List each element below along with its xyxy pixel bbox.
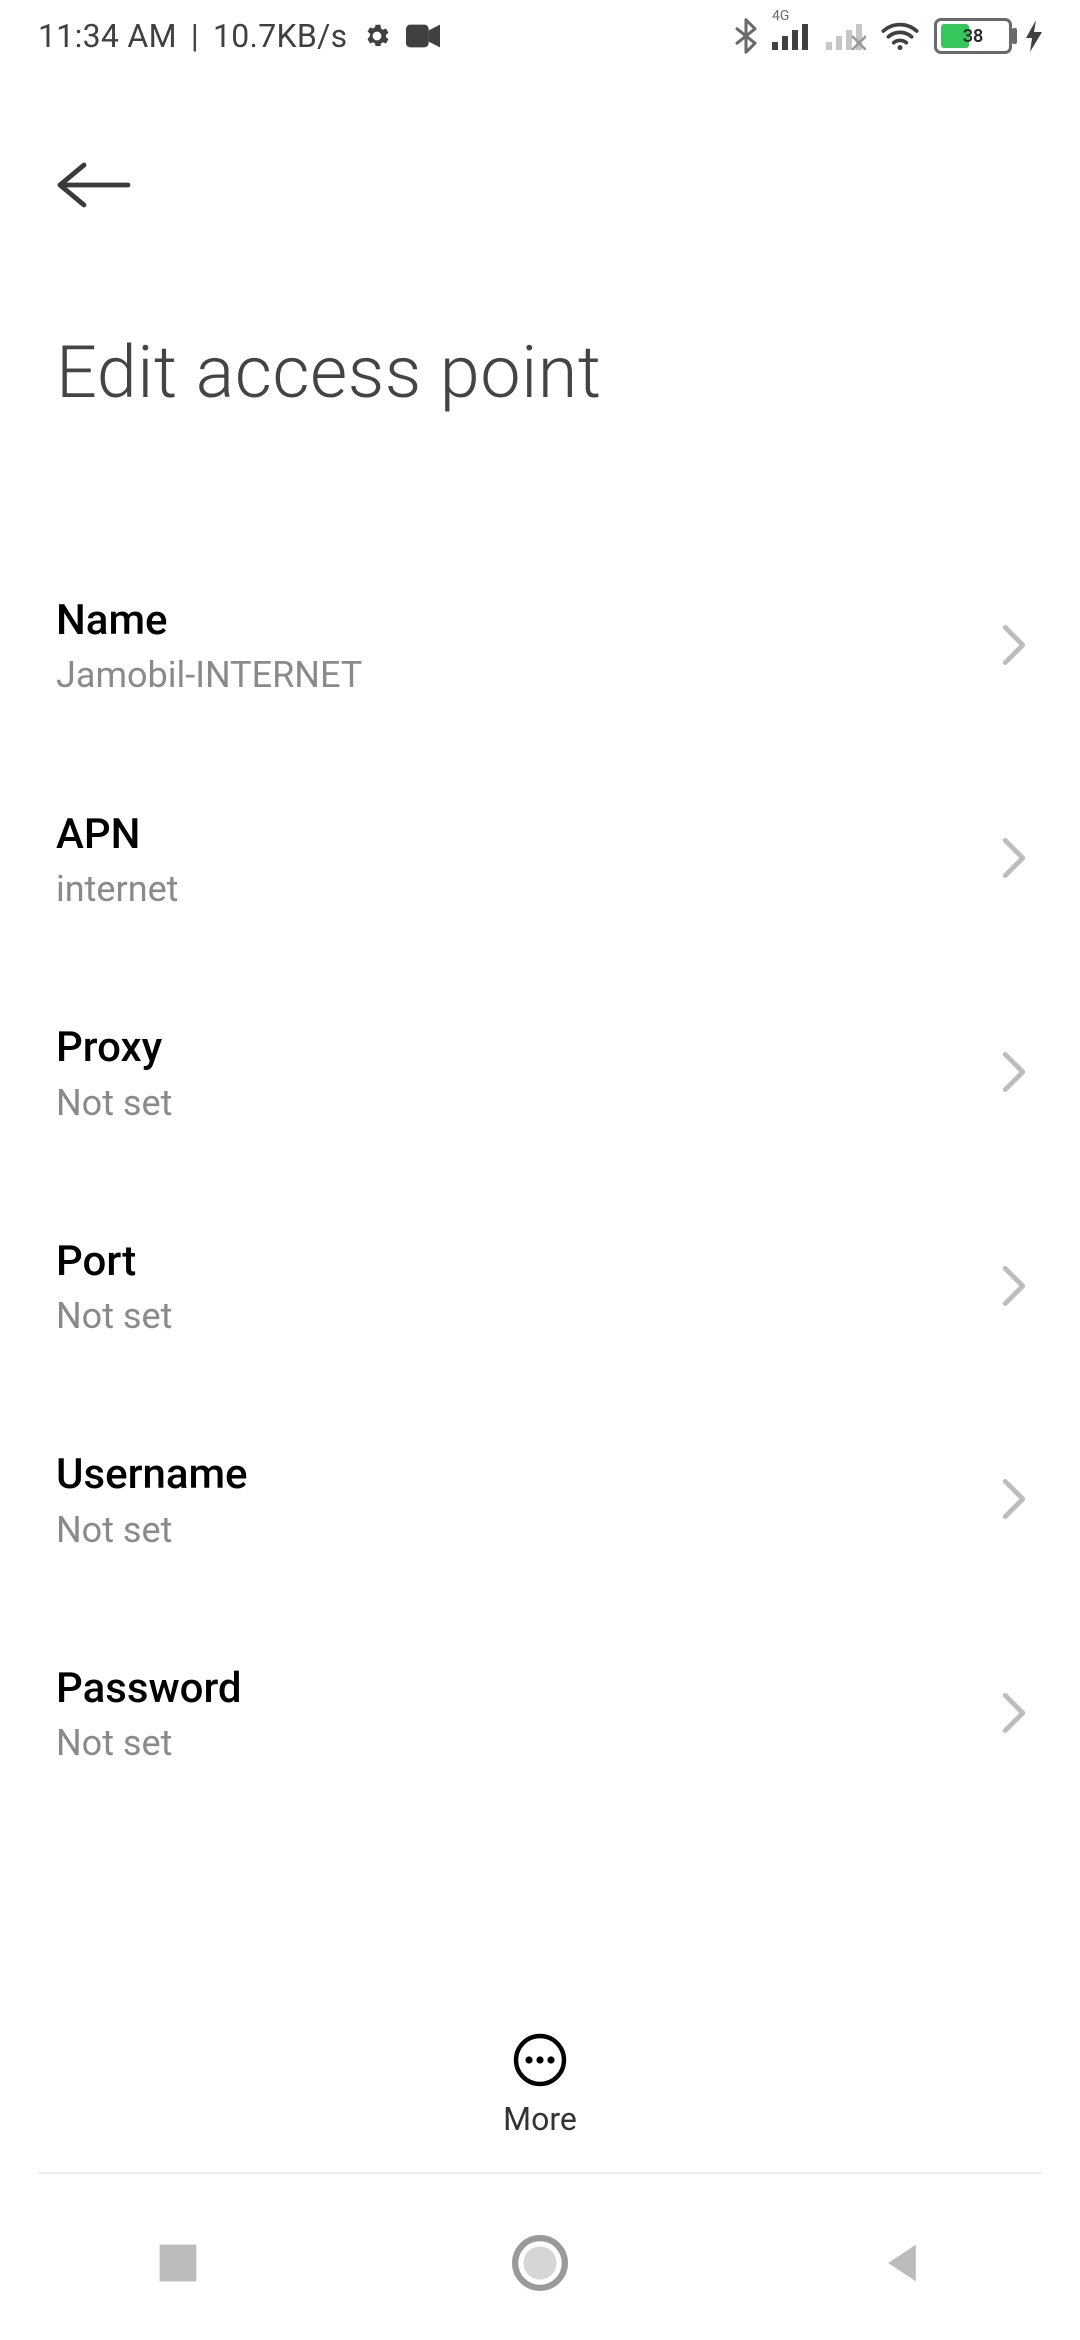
setting-value: Jamobil-INTERNET bbox=[56, 654, 990, 697]
more-label: More bbox=[503, 2100, 577, 2138]
status-separator: | bbox=[191, 17, 199, 55]
setting-label: Proxy bbox=[56, 1023, 990, 1073]
setting-label: Name bbox=[56, 596, 990, 646]
gear-icon bbox=[362, 21, 392, 51]
triangle-left-icon bbox=[879, 2240, 925, 2286]
more-circle-icon bbox=[512, 2032, 568, 2088]
setting-value: internet bbox=[56, 868, 990, 911]
status-time: 11:34 AM bbox=[38, 17, 177, 55]
chevron-right-icon bbox=[1000, 623, 1028, 671]
square-icon bbox=[155, 2240, 201, 2286]
settings-list: Name Jamobil-INTERNET APN internet Proxy… bbox=[0, 540, 1080, 1832]
setting-apn[interactable]: APN internet bbox=[0, 754, 1080, 968]
chevron-right-icon bbox=[1000, 1691, 1028, 1739]
battery-icon: 38 bbox=[934, 18, 1012, 54]
nav-recent-button[interactable] bbox=[155, 2240, 201, 2290]
divider bbox=[38, 2172, 1042, 2174]
signal-sim2-icon bbox=[826, 22, 866, 50]
setting-port[interactable]: Port Not set bbox=[0, 1181, 1080, 1395]
setting-value: Not set bbox=[56, 1295, 990, 1338]
chevron-right-icon bbox=[1000, 836, 1028, 884]
setting-proxy[interactable]: Proxy Not set bbox=[0, 967, 1080, 1181]
signal-sim1-icon: 4G bbox=[772, 22, 812, 50]
chevron-right-icon bbox=[1000, 1050, 1028, 1098]
charging-bolt-icon bbox=[1026, 20, 1042, 52]
setting-name[interactable]: Name Jamobil-INTERNET bbox=[0, 540, 1080, 754]
more-button[interactable]: More bbox=[503, 2032, 577, 2138]
arrow-left-icon bbox=[56, 160, 136, 210]
videocam-icon bbox=[406, 24, 440, 48]
setting-label: Password bbox=[56, 1664, 990, 1714]
navigation-bar bbox=[0, 2190, 1080, 2340]
nav-home-button[interactable] bbox=[511, 2234, 569, 2296]
setting-label: Port bbox=[56, 1237, 990, 1287]
bottom-actions: More bbox=[0, 2010, 1080, 2160]
setting-label: Username bbox=[56, 1450, 990, 1500]
status-bar: 11:34 AM | 10.7KB/s 4G 38 bbox=[0, 0, 1080, 72]
chevron-right-icon bbox=[1000, 1477, 1028, 1525]
bluetooth-icon bbox=[734, 18, 758, 54]
circle-icon bbox=[511, 2234, 569, 2292]
setting-password[interactable]: Password Not set bbox=[0, 1608, 1080, 1822]
setting-value: Not set bbox=[56, 1509, 990, 1552]
network-badge: 4G bbox=[772, 8, 789, 24]
battery-percent: 38 bbox=[937, 26, 1009, 47]
chevron-right-icon bbox=[1000, 1264, 1028, 1312]
setting-value: Not set bbox=[56, 1082, 990, 1125]
setting-value: Not set bbox=[56, 1722, 990, 1765]
nav-back-button[interactable] bbox=[879, 2240, 925, 2290]
status-netspeed: 10.7KB/s bbox=[213, 17, 348, 55]
setting-username[interactable]: Username Not set bbox=[0, 1394, 1080, 1608]
setting-label: APN bbox=[56, 810, 990, 860]
page-title: Edit access point bbox=[56, 330, 602, 415]
setting-server[interactable]: Server Not set bbox=[0, 1821, 1080, 1832]
back-button[interactable] bbox=[56, 160, 136, 214]
wifi-icon bbox=[880, 21, 920, 51]
